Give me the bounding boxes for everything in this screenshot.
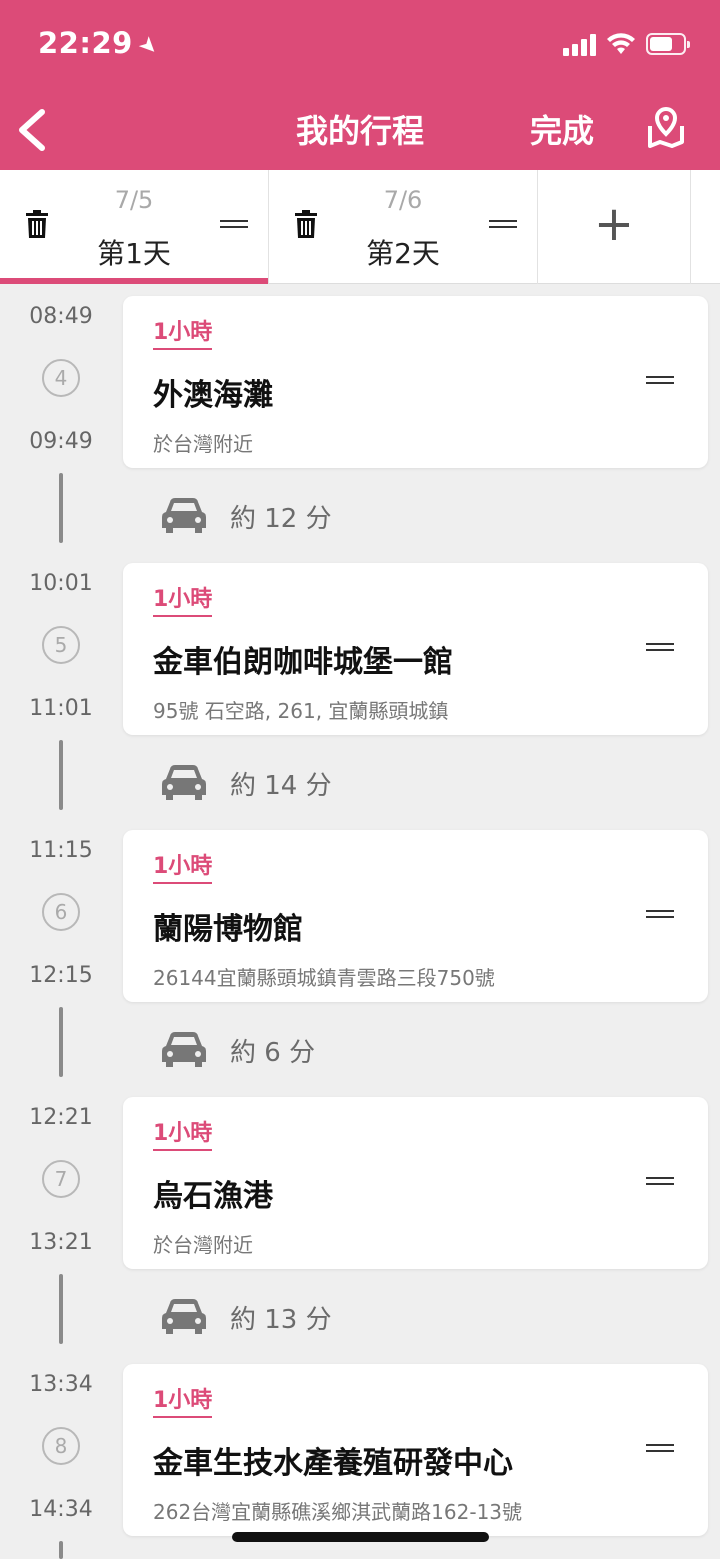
itinerary-list: 08:49 4 09:49 1小時 外澳海灘 於台灣附近 約 12 分 10:0… xyxy=(0,284,720,1559)
stop-end-time: 09:49 xyxy=(29,429,93,454)
transit-row: 約 6 分 xyxy=(162,1026,462,1074)
car-icon xyxy=(162,1299,206,1334)
stop-address: 26144宜蘭縣頭城鎮青雲路三段750號 xyxy=(153,966,495,990)
stop-number: 4 xyxy=(42,359,80,397)
stop-card[interactable]: 1小時 金車生技水產養殖研發中心 262台灣宜蘭縣礁溪鄉淇武蘭路162-13號 xyxy=(123,1364,708,1536)
car-icon xyxy=(162,1032,206,1067)
stop-address: 262台灣宜蘭縣礁溪鄉淇武蘭路162-13號 xyxy=(153,1500,523,1524)
stop-name: 蘭陽博物館 xyxy=(153,912,303,947)
stop-duration: 1小時 xyxy=(153,314,213,350)
stop-address: 95號 石空路, 261, 宜蘭縣頭城鎮 xyxy=(153,699,449,723)
nav-bar: 我的行程 完成 xyxy=(0,90,720,170)
timeline-connector xyxy=(59,1007,63,1077)
reorder-handle-icon[interactable] xyxy=(646,643,674,657)
status-time: 22:29➤ xyxy=(38,26,164,62)
car-icon xyxy=(162,498,206,533)
reorder-handle-icon[interactable] xyxy=(646,910,674,924)
stop-card[interactable]: 1小時 外澳海灘 於台灣附近 xyxy=(123,296,708,468)
add-day-button[interactable]: + xyxy=(538,170,691,284)
stop-end-time: 12:15 xyxy=(29,963,93,988)
stop-name: 烏石漁港 xyxy=(153,1179,273,1214)
transit-time: 約 12 分 xyxy=(230,504,332,534)
tab-day-2[interactable]: 7/6 第2天 xyxy=(269,170,538,284)
status-bar: 22:29➤ xyxy=(0,0,720,90)
stop-start-time: 08:49 xyxy=(29,304,93,329)
transit-row: 約 13 分 xyxy=(162,1293,462,1341)
transit-row: 約 12 分 xyxy=(162,492,462,540)
page-title: 我的行程 xyxy=(295,112,424,150)
stop-address: 於台灣附近 xyxy=(153,432,253,456)
car-icon xyxy=(162,765,206,800)
stop-duration: 1小時 xyxy=(153,1115,213,1151)
stop-end-time: 14:34 xyxy=(29,1497,93,1522)
tab-label: 第1天 xyxy=(97,237,171,270)
reorder-handle-icon[interactable] xyxy=(646,1177,674,1191)
transit-time: 約 14 分 xyxy=(230,771,332,801)
stop-address: 於台灣附近 xyxy=(153,1233,253,1257)
reorder-handle-icon[interactable] xyxy=(646,376,674,390)
done-button[interactable]: 完成 xyxy=(530,106,594,152)
timeline-connector xyxy=(59,740,63,810)
home-indicator[interactable] xyxy=(232,1532,489,1542)
day-tab-bar: 7/5 第1天 7/6 第2天 + xyxy=(0,170,720,284)
reorder-handle-icon[interactable] xyxy=(646,1444,674,1458)
map-icon[interactable] xyxy=(646,104,686,150)
reorder-handle-icon[interactable] xyxy=(220,220,248,234)
stop-name: 金車伯朗咖啡城堡一館 xyxy=(153,645,453,680)
timeline-connector xyxy=(59,473,63,543)
stop-start-time: 10:01 xyxy=(29,571,93,596)
stop-end-time: 11:01 xyxy=(29,696,93,721)
stop-card[interactable]: 1小時 金車伯朗咖啡城堡一館 95號 石空路, 261, 宜蘭縣頭城鎮 xyxy=(123,563,708,735)
plus-icon: + xyxy=(593,196,635,252)
reorder-handle-icon[interactable] xyxy=(489,220,517,234)
chevron-left-icon[interactable] xyxy=(12,102,52,158)
tab-day-1[interactable]: 7/5 第1天 xyxy=(0,170,269,284)
stop-end-time: 13:21 xyxy=(29,1230,93,1255)
stop-duration: 1小時 xyxy=(153,1382,213,1418)
wifi-icon xyxy=(607,33,635,54)
stop-start-time: 12:21 xyxy=(29,1105,93,1130)
status-time-text: 22:29 xyxy=(38,26,133,60)
transit-time: 約 6 分 xyxy=(230,1038,316,1068)
battery-icon xyxy=(646,33,690,55)
transit-row: 約 14 分 xyxy=(162,759,462,807)
tab-label: 第2天 xyxy=(366,237,440,270)
stop-start-time: 11:15 xyxy=(29,838,93,863)
stop-card[interactable]: 1小時 蘭陽博物館 26144宜蘭縣頭城鎮青雲路三段750號 xyxy=(123,830,708,1002)
cellular-signal-icon xyxy=(563,34,599,56)
timeline-connector xyxy=(59,1541,63,1559)
stop-number: 5 xyxy=(42,626,80,664)
stop-name: 外澳海灘 xyxy=(153,378,273,413)
stop-number: 6 xyxy=(42,893,80,931)
transit-time: 約 13 分 xyxy=(230,1305,332,1335)
stop-card[interactable]: 1小時 烏石漁港 於台灣附近 xyxy=(123,1097,708,1269)
location-arrow-icon: ➤ xyxy=(132,30,164,63)
timeline-connector xyxy=(59,1274,63,1344)
stop-number: 8 xyxy=(42,1427,80,1465)
stop-duration: 1小時 xyxy=(153,581,213,617)
stop-name: 金車生技水產養殖研發中心 xyxy=(153,1446,513,1481)
stop-duration: 1小時 xyxy=(153,848,213,884)
stop-number: 7 xyxy=(42,1160,80,1198)
stop-start-time: 13:34 xyxy=(29,1372,93,1397)
